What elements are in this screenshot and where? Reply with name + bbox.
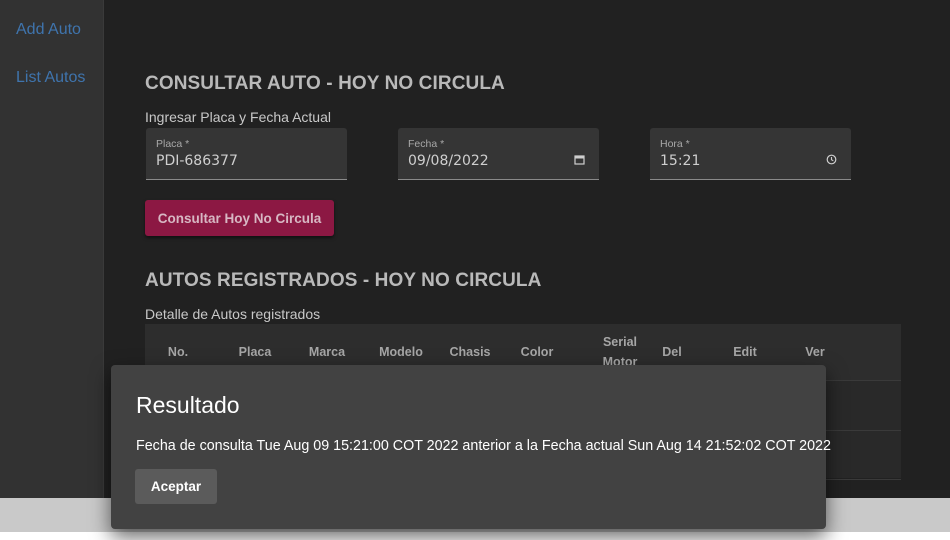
fecha-input[interactable]: 09/08/2022 — [408, 153, 489, 169]
sidebar: Add Auto List Autos — [0, 0, 104, 498]
hora-input[interactable]: 15:21 — [660, 153, 700, 169]
placa-label: Placa * — [156, 138, 190, 150]
result-dialog: Resultado Fecha de consulta Tue Aug 09 1… — [111, 365, 831, 529]
consult-title: CONSULTAR AUTO - HOY NO CIRCULA — [145, 73, 505, 94]
placa-input[interactable]: PDI-686377 — [156, 153, 238, 169]
placa-field[interactable]: Placa * PDI-686377 — [146, 128, 347, 180]
consult-subtitle: Ingresar Placa y Fecha Actual — [145, 109, 331, 125]
aceptar-button[interactable]: Aceptar — [135, 469, 217, 504]
registered-title: AUTOS REGISTRADOS - HOY NO CIRCULA — [145, 270, 542, 291]
hora-label: Hora * — [660, 138, 690, 150]
consultar-button[interactable]: Consultar Hoy No Circula — [145, 200, 334, 236]
page-bottom-strip — [0, 532, 950, 540]
fecha-label: Fecha * — [408, 138, 445, 150]
dialog-message: Fecha de consulta Tue Aug 09 15:21:00 CO… — [136, 438, 831, 454]
registered-subtitle: Detalle de Autos registrados — [145, 306, 321, 322]
sidebar-item-list-autos[interactable]: List Autos — [16, 69, 85, 87]
dialog-title: Resultado — [136, 392, 240, 418]
hora-field[interactable]: Hora * 15:21 — [650, 128, 851, 180]
calendar-icon[interactable] — [574, 154, 585, 168]
clock-icon[interactable] — [826, 154, 837, 168]
sidebar-item-add-auto[interactable]: Add Auto — [16, 21, 81, 39]
fecha-field[interactable]: Fecha * 09/08/2022 — [398, 128, 599, 180]
